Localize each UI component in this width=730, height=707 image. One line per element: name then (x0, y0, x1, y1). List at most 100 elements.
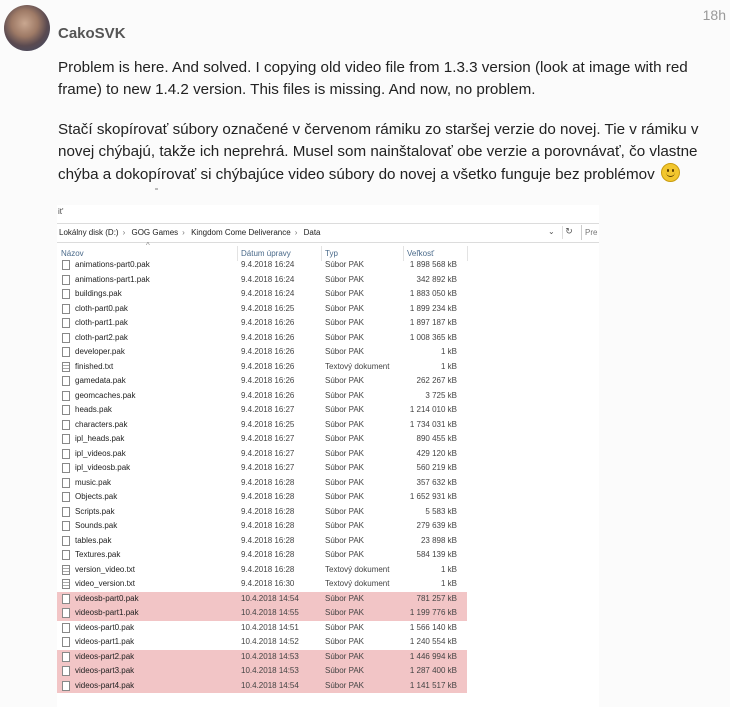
file-row[interactable]: Scripts.pak 9.4.2018 16:28 Súbor PAK 5 583 … (57, 505, 467, 520)
file-row[interactable]: characters.pak 9.4.2018 16:25 Súbor PAK 1 7… (57, 418, 467, 433)
username[interactable]: CakoSVK (58, 25, 126, 42)
file-name: Textures.pak (75, 550, 121, 559)
file-row[interactable]: tables.pak 9.4.2018 16:28 Súbor PAK 23 898 … (57, 534, 467, 549)
file-name: videos-part2.pak (75, 651, 135, 661)
file-name: developer.pak (75, 347, 125, 356)
file-size: 1 898 568 kB (409, 260, 457, 269)
file-size: 1 kB (440, 564, 457, 574)
address-bar[interactable]: Lokálny disk (D:) › GOG Games › Kingdom Co… (57, 223, 599, 243)
file-name: gamedata.pak (75, 376, 126, 385)
file-row[interactable]: videos-part1.pak 10.4.2018 14:52 Súbor PAK… (57, 635, 467, 650)
file-type: Súbor PAK (325, 477, 364, 487)
file-size: 1 734 031 kB (409, 419, 457, 429)
file-row[interactable]: buildings.pak 9.4.2018 16:24 Súbor PAK 1 88… (57, 287, 467, 302)
sort-up-icon: ^ (146, 241, 150, 250)
file-row[interactable]: music.pak 9.4.2018 16:28 Súbor PAK 357 632 … (57, 476, 467, 491)
file-date: 9.4.2018 16:28 (241, 492, 295, 501)
breadcrumb-gog-games[interactable]: GOG Games (131, 228, 178, 237)
post-text-english: Problem is here. And solved. I copying o… (58, 59, 688, 98)
post-text-slovak: Stačí skopírovať súbory označené v červe… (58, 119, 723, 186)
file-type: Súbor PAK (325, 419, 364, 429)
file-row[interactable]: Sounds.pak 9.4.2018 16:28 Súbor PAK 279 639… (57, 519, 467, 534)
file-row[interactable]: animations-part1.pak 9.4.2018 16:24 Súbor … (57, 273, 467, 288)
file-row[interactable]: Objects.pak 9.4.2018 16:28 Súbor PAK 1 652 … (57, 490, 467, 505)
file-row[interactable]: video_version.txt 9.4.2018 16:30 Textový d… (57, 577, 467, 592)
chevron-down-icon[interactable]: ⌄ (548, 227, 555, 236)
file-row[interactable]: ipl_videosb.pak 9.4.2018 16:27 Súbor PAK 56… (57, 461, 467, 476)
file-row[interactable]: animations-part0.pak 9.4.2018 16:24 Súbor … (57, 258, 467, 273)
file-date: 9.4.2018 16:26 (241, 318, 295, 327)
column-divider[interactable] (467, 246, 468, 261)
file-type: Súbor PAK (325, 666, 364, 675)
file-icon (62, 274, 70, 285)
file-row[interactable]: ipl_heads.pak 9.4.2018 16:27 Súbor PAK 890 … (57, 432, 467, 447)
file-icon (62, 492, 70, 502)
file-icon (62, 303, 70, 314)
file-icon (62, 666, 70, 676)
file-row[interactable]: cloth-part2.pak 9.4.2018 16:26 Súbor PAK 1 … (57, 331, 467, 346)
file-icon (62, 405, 70, 415)
file-row[interactable]: geomcaches.pak 9.4.2018 16:26 Súbor PAK 3 7… (57, 389, 467, 404)
file-size: 1 240 554 kB (409, 637, 457, 646)
file-name: animations-part0.pak (75, 260, 150, 269)
file-name: Objects.pak (75, 492, 118, 501)
file-name: videos-part3.pak (75, 666, 135, 675)
file-size: 584 139 kB (416, 550, 457, 559)
file-row[interactable]: heads.pak 9.4.2018 16:27 Súbor PAK 1 214 01… (57, 403, 467, 418)
file-size: 1 kB (440, 347, 457, 356)
breadcrumb-drive[interactable]: Lokálny disk (D:) (59, 228, 119, 237)
file-icon (62, 622, 70, 633)
chevron-right-icon: › (294, 228, 298, 237)
file-size: 890 455 kB (416, 434, 457, 443)
file-type: Súbor PAK (325, 260, 364, 269)
file-icon (62, 289, 70, 299)
file-row[interactable]: videos-part3.pak 10.4.2018 14:53 Súbor PAK… (57, 664, 467, 679)
file-size: 1 652 931 kB (409, 492, 457, 501)
file-name: videos-part4.pak (75, 680, 135, 690)
file-row[interactable]: ipl_videos.pak 9.4.2018 16:27 Súbor PAK 429… (57, 447, 467, 462)
file-row[interactable]: developer.pak 9.4.2018 16:26 Súbor PAK 1 kB (57, 345, 467, 360)
breadcrumb-kingdom-come[interactable]: Kingdom Come Deliverance (191, 228, 291, 237)
file-date: 9.4.2018 16:26 (241, 347, 295, 356)
file-row[interactable]: finished.txt 9.4.2018 16:26 Textový dokume… (57, 360, 467, 375)
file-row[interactable]: Textures.pak 9.4.2018 16:28 Súbor PAK 584 1… (57, 548, 467, 563)
file-row[interactable]: videos-part2.pak 10.4.2018 14:53 Súbor PAK… (57, 649, 467, 664)
file-size: 560 219 kB (416, 463, 457, 472)
file-icon (62, 347, 70, 357)
file-size: 1 kB (440, 579, 457, 588)
column-header-type[interactable]: Typ (325, 249, 338, 258)
file-size: 342 892 kB (416, 274, 457, 284)
file-name: cloth-part1.pak (75, 318, 128, 327)
file-date: 9.4.2018 16:28 (241, 564, 295, 574)
file-size: 1 kB (440, 361, 457, 371)
file-row[interactable]: version_video.txt 9.4.2018 16:28 Textový d… (57, 563, 467, 578)
file-size: 1 899 234 kB (409, 303, 457, 313)
column-header-name[interactable]: Názov (61, 249, 84, 258)
file-icon (62, 637, 70, 647)
column-header-size[interactable]: Veľkosť (407, 249, 434, 258)
search-input[interactable]: Pre (581, 225, 599, 240)
file-name: ipl_heads.pak (75, 434, 125, 443)
text-file-icon (62, 579, 70, 589)
file-date: 9.4.2018 16:28 (241, 521, 295, 530)
file-row[interactable]: cloth-part0.pak 9.4.2018 16:25 Súbor PAK 1 … (57, 302, 467, 317)
avatar[interactable] (4, 5, 50, 51)
file-type: Súbor PAK (325, 347, 364, 356)
file-row[interactable]: videos-part0.pak 10.4.2018 14:51 Súbor PAK… (57, 621, 467, 636)
file-name: Scripts.pak (75, 506, 115, 516)
breadcrumb-data[interactable]: Data (304, 228, 321, 237)
file-row[interactable]: cloth-part1.pak 9.4.2018 16:26 Súbor PAK 1 … (57, 316, 467, 331)
column-header-date[interactable]: Dátum úpravy (241, 249, 291, 258)
file-size: 1 287 400 kB (409, 666, 457, 675)
file-size: 262 267 kB (416, 376, 457, 385)
file-date: 9.4.2018 16:27 (241, 448, 295, 458)
file-size: 5 583 kB (425, 506, 457, 516)
file-row[interactable]: videosb-part1.pak 10.4.2018 14:55 Súbor PA… (57, 606, 467, 621)
refresh-icon[interactable]: ↻ (562, 226, 575, 239)
file-date: 10.4.2018 14:53 (241, 666, 299, 675)
file-icon (62, 260, 70, 270)
file-row[interactable]: gamedata.pak 9.4.2018 16:26 Súbor PAK 262 2… (57, 374, 467, 389)
file-row[interactable]: videosb-part0.pak 10.4.2018 14:54 Súbor PA… (57, 591, 467, 606)
file-row[interactable]: videos-part4.pak 10.4.2018 14:54 Súbor PAK… (57, 678, 467, 693)
file-date: 9.4.2018 16:26 (241, 332, 295, 342)
